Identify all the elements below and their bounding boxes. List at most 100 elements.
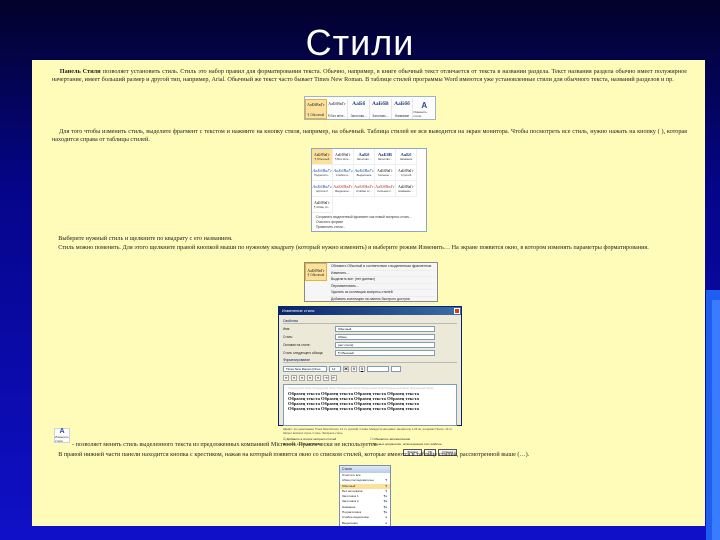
underline-button[interactable]: Ч <box>359 366 365 372</box>
paragraph-5: - позволяет менять стиль выделенного тек… <box>72 441 687 449</box>
style-tile-sample: АаБбВвГг <box>328 101 346 106</box>
style-tile-name: ¶ Обычный <box>307 113 325 117</box>
font-select[interactable]: Times New Roman (Осно <box>283 366 327 372</box>
change-styles-icon-box: A Изменить стили <box>54 428 70 443</box>
paragraph-2: Для того чтобы изменить стиль, выделите … <box>52 128 687 144</box>
paragraph-4: Стиль можно поменять. Для этого щелкните… <box>52 244 687 252</box>
next-style-select[interactable]: ¶ Обычный <box>335 350 435 356</box>
size-select[interactable]: 12 <box>329 366 341 372</box>
align-right-icon[interactable]: ≡ <box>299 375 305 381</box>
style-tile-name: Заголово... <box>372 114 389 118</box>
change-styles-label: Изменить стили <box>413 109 427 118</box>
gallery-style-tile[interactable]: АаБбВвГг Слабое в... <box>333 165 354 181</box>
change-styles-label: Изменить стили <box>55 435 69 443</box>
gallery-style-name: Выделенн... <box>335 189 351 193</box>
context-menu-item[interactable]: Удалить из коллекции экспресс-стилей <box>329 290 435 297</box>
gallery-style-name: Выделение <box>356 173 372 177</box>
gallery-style-name: Заголово... <box>377 157 393 161</box>
style-tile[interactable]: АаБбВ Заголово... <box>370 99 392 119</box>
gallery-style-tile[interactable]: АаБбВвГг Сильная с... <box>375 181 396 197</box>
paragraph-1-lead: Панель Стили <box>59 68 101 75</box>
modify-style-dialog: Изменение стиля Свойства Имя: Обычный Ст… <box>278 306 462 457</box>
gallery-style-tile[interactable]: АаБбВвГг Цитата 2 <box>312 181 333 197</box>
paragraph-6: В правой нижней части панели находится к… <box>52 451 687 459</box>
gallery-style-tile[interactable]: АаБбВвГг Выделенн... <box>333 181 354 197</box>
gallery-style-tile[interactable]: АаБбВвГг ¶ Обычный <box>312 149 333 165</box>
paragraph-3-text: Выберите нужный стиль и щелкните по квад… <box>58 235 233 242</box>
style-tile[interactable]: АаБбб Название <box>392 99 414 119</box>
style-tile[interactable]: АаБбВвГг ¶ Обычный <box>305 99 327 119</box>
style-tile-sample: АаБбВвГг <box>307 102 325 107</box>
based-on-label: Основан на стиле: <box>283 343 311 347</box>
indent-icon[interactable]: ⇥ <box>323 375 329 381</box>
style-description: Шрифт: (по умолчанию) Times New Roman, 1… <box>283 427 453 435</box>
bold-button[interactable]: Ж <box>343 366 349 372</box>
context-menu-item[interactable]: Выделить все: (нет данных) <box>329 277 435 284</box>
gallery-menu-item[interactable]: Применить стили... <box>316 225 422 230</box>
gallery-style-name: ¶ Без инте... <box>335 156 351 161</box>
style-tile[interactable]: АаБб Заголово... <box>348 99 371 119</box>
style-tile[interactable]: АаБбВвГг ¶ Без инте... <box>327 99 349 119</box>
style-type-label: Стиль: <box>283 335 293 339</box>
style-tile-sample: АаБб <box>352 101 366 107</box>
change-styles-button[interactable]: A Изменить стили <box>413 99 435 119</box>
gallery-style-tile[interactable]: АаБбВвГг Сильное ... <box>375 165 396 181</box>
styles-pane-title: Стили <box>340 466 390 473</box>
style-tile-name: Заголово... <box>350 114 367 118</box>
change-styles-icon: A <box>421 100 428 110</box>
context-style-cell: АаБбВвГг ¶ Обычный <box>305 263 327 281</box>
outdent-icon[interactable]: ⇤ <box>331 375 337 381</box>
align-center-icon[interactable]: ≡ <box>291 375 297 381</box>
paragraph-3: Выберите нужный стиль и щелкните по квад… <box>52 235 687 243</box>
gallery-style-tile[interactable]: АаБбВвГг Строгий <box>396 165 417 181</box>
line-spacing-icon[interactable]: ≡ <box>315 375 321 381</box>
paragraph-1: Панель Стили позволяет установить стиль.… <box>52 68 687 84</box>
gallery-style-tile[interactable]: АаБбВвГг Выделение <box>354 165 375 181</box>
style-tile-sample: АаБбВ <box>372 101 389 107</box>
color-select[interactable] <box>367 366 389 372</box>
paragraph-1-text: позволяет установить стиль. Стиль это на… <box>52 68 687 84</box>
style-tile-sample: АаБбб <box>394 101 410 107</box>
context-menu-item[interactable]: Обновить Обычный в соответствии с выделе… <box>329 264 435 271</box>
style-gallery-strip: АаБбВвГг ¶ Обычный АаБбВвГг ¶ Без инте... Аа… <box>304 96 436 120</box>
gallery-style-name: Заголово... <box>356 157 372 161</box>
styles-pane: Стили Очистить все Абзац последовательн ¶ О… <box>339 465 391 526</box>
context-menu-item[interactable]: Переименовать... <box>329 284 435 291</box>
gallery-style-tile[interactable]: АаБб Заголово... <box>354 149 375 165</box>
context-menu-item[interactable]: Добавить коллекцию на панель быстрого до… <box>329 297 435 304</box>
gallery-style-name: Слабая сс... <box>356 189 372 193</box>
align-left-icon[interactable]: ≡ <box>283 375 289 381</box>
paragraph-6-text: В правой нижней части панели находится к… <box>58 451 530 458</box>
gallery-style-tile[interactable]: АаБбВ Заголово... <box>375 149 396 165</box>
based-on-select[interactable]: (нет стиля) <box>335 342 435 348</box>
justify-icon[interactable]: ≡ <box>307 375 313 381</box>
gallery-style-name: Сильная с... <box>377 189 393 193</box>
gallery-style-tile[interactable]: АаБбВвГг Подзаголо... <box>312 165 333 181</box>
gallery-style-tile[interactable]: АаБбВвГг ¶ Без инте... <box>333 149 354 165</box>
context-style-name: ¶ Обычный <box>307 272 325 277</box>
expanded-style-gallery: АаБбВвГг ¶ Обычный АаБбВвГг ¶ Без инте... Аа… <box>311 148 427 232</box>
context-menu: АаБбВвГг ¶ Обычный Обновить Обычный в со… <box>304 262 438 304</box>
gallery-style-tile[interactable]: АаБб Название <box>396 149 417 165</box>
style-preview: Предыдущий абзац Предыдущий абзац Предыд… <box>283 384 457 426</box>
close-icon[interactable] <box>454 308 460 314</box>
dialog-titlebar: Изменение стиля <box>279 307 461 315</box>
gallery-style-name: Цитата 2 <box>316 189 328 193</box>
gallery-style-name: Строгий <box>400 172 412 177</box>
paragraph-5-text: - позволяет менять стиль выделенного тек… <box>72 441 379 448</box>
next-style-label: Стиль следующего абзаца: <box>283 351 324 355</box>
name-label: Имя: <box>283 327 291 331</box>
gallery-style-tile[interactable]: АаБбВвГг ¶ Абзац сп... <box>312 197 333 213</box>
gallery-style-name: Подзаголо... <box>314 173 330 177</box>
gallery-style-tile[interactable]: АаБбВвГг Слабая сс... <box>354 181 375 197</box>
gallery-style-name: Сильное ... <box>377 172 393 177</box>
gallery-style-tile[interactable]: АаБбВвГг Название ... <box>396 181 417 197</box>
name-field[interactable]: Обычный <box>335 326 435 332</box>
context-menu-item[interactable]: Изменить... <box>329 271 435 278</box>
language-select[interactable] <box>391 366 401 372</box>
paragraph-2-text: Для того чтобы изменить стиль, выделите … <box>52 128 688 144</box>
style-tile-name: ¶ Без инте... <box>327 114 347 118</box>
italic-button[interactable]: К <box>351 366 357 372</box>
style-type-select[interactable]: Абзац <box>335 334 435 340</box>
decorative-bar-inner <box>712 300 720 540</box>
